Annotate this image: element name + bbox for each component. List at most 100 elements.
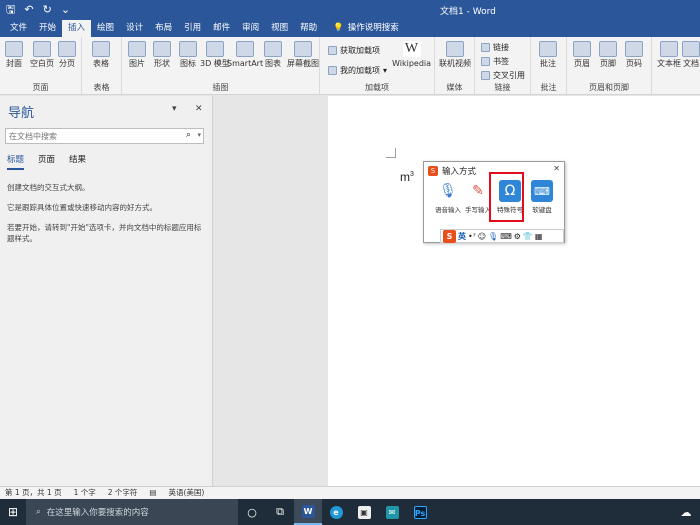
- header-button[interactable]: 页眉: [573, 41, 591, 69]
- keyboard-icon[interactable]: ⌨: [500, 232, 512, 241]
- grid-icon[interactable]: ▦: [535, 232, 543, 241]
- skin-icon[interactable]: 👕: [523, 232, 533, 241]
- nav-search-box: ⌕ ▾: [5, 128, 204, 144]
- page-number-button[interactable]: 页码: [625, 41, 643, 69]
- online-video-button[interactable]: 联机视频: [439, 41, 471, 69]
- window-title: 文档1 - Word: [440, 7, 496, 17]
- get-addins-button[interactable]: 获取加载项: [328, 45, 380, 56]
- edge-icon[interactable]: e: [322, 499, 350, 525]
- table-icon: [92, 41, 110, 57]
- blank-page-icon: [33, 41, 51, 57]
- bookmark-button[interactable]: 书签: [481, 56, 509, 67]
- redo-icon[interactable]: ↻: [43, 3, 52, 17]
- windows-start-icon[interactable]: ⊞: [0, 499, 26, 525]
- punctuation-icon[interactable]: •ˀ: [468, 232, 476, 241]
- undo-icon[interactable]: ↶: [24, 3, 33, 17]
- task-view-icon[interactable]: ⧉: [266, 499, 294, 525]
- emoji-icon[interactable]: ☺: [478, 232, 486, 241]
- group-media: 联机视频 媒体: [435, 37, 475, 95]
- tab-layout[interactable]: 布局: [149, 20, 178, 37]
- nav-help-text-3: 若要开始，请转到"开始"选项卡，并向文档中的标题应用标题样式。: [7, 223, 202, 243]
- keyboard-icon: ⌨: [531, 180, 553, 202]
- comment-button[interactable]: 批注: [539, 41, 557, 69]
- mail-icon[interactable]: ✉: [378, 499, 406, 525]
- textbox-icon: [660, 41, 678, 57]
- taskbar: ⊞ ⌕ 在这里输入你要搜索的内容 ○ ⧉ W e ▣ ✉ Ps ☁: [0, 499, 700, 525]
- nav-options-icon[interactable]: ▾: [172, 104, 177, 114]
- document-parts-button[interactable]: 文档: [682, 41, 700, 69]
- chart-button[interactable]: 图表: [264, 41, 282, 69]
- footer-button[interactable]: 页脚: [599, 41, 617, 69]
- status-language[interactable]: 英语(美国): [169, 487, 205, 499]
- blank-page-button[interactable]: 空白页: [30, 41, 54, 69]
- tools-icon[interactable]: ⚙: [514, 232, 521, 241]
- shapes-button[interactable]: 形状: [153, 41, 171, 69]
- tab-view[interactable]: 视图: [265, 20, 294, 37]
- save-icon[interactable]: 🖫: [6, 3, 15, 17]
- chevron-down-icon[interactable]: ▾: [197, 131, 201, 139]
- nav-close-icon[interactable]: ✕: [195, 104, 203, 114]
- proofing-icon[interactable]: ▤: [149, 487, 156, 499]
- 3d-models-button[interactable]: 3D 模型: [200, 41, 230, 69]
- link-button[interactable]: 链接: [481, 42, 509, 53]
- pictures-button[interactable]: 图片: [128, 41, 146, 69]
- tab-insert[interactable]: 插入: [62, 20, 92, 37]
- taskbar-search[interactable]: ⌕ 在这里输入你要搜索的内容: [26, 499, 238, 525]
- group-pages: 封面 空白页 分页 页面: [0, 37, 82, 95]
- tab-review[interactable]: 审阅: [236, 20, 265, 37]
- group-comments: 批注 批注: [531, 37, 567, 95]
- search-icon[interactable]: ⌕: [186, 130, 191, 140]
- store-icon: [328, 46, 337, 55]
- tab-file[interactable]: 文件: [4, 20, 33, 37]
- nav-tab-pages[interactable]: 页面: [38, 153, 55, 170]
- ime-soft-keyboard-button[interactable]: ⌨ 软键盘: [527, 180, 557, 214]
- tab-help[interactable]: 帮助: [294, 20, 323, 37]
- ime-status-bar: S 英 •ˀ ☺ 🎙 ⌨ ⚙ 👕 ▦: [440, 229, 564, 243]
- document-text[interactable]: m3: [400, 170, 414, 184]
- store-icon[interactable]: ▣: [350, 499, 378, 525]
- microphone-icon[interactable]: 🎙: [488, 232, 498, 241]
- nav-tabs: 标题 页面 结果: [7, 153, 86, 170]
- smartart-button[interactable]: SmartArt: [227, 41, 263, 69]
- navigation-pane: 导航 ▾ ✕ ⌕ ▾ 标题 页面 结果 创建文档的交互式大纲。 它是跟踪具体位置…: [0, 96, 213, 486]
- customize-icon[interactable]: ⌄: [61, 3, 70, 17]
- tab-design[interactable]: 设计: [120, 20, 149, 37]
- sogou-logo-icon[interactable]: S: [443, 229, 456, 243]
- my-addins-button[interactable]: 我的加载项 ▾: [328, 65, 387, 76]
- nav-tab-results[interactable]: 结果: [69, 153, 86, 170]
- ime-voice-input-button[interactable]: 🎙 语音输入: [433, 180, 463, 214]
- tell-me-search[interactable]: 💡 操作说明搜索: [333, 20, 399, 37]
- pen-icon: ✎: [472, 183, 484, 199]
- smartart-icon: [236, 41, 255, 57]
- ribbon-tabs: 文件 开始 插入 绘图 设计 布局 引用 邮件 审阅 视图 帮助 💡 操作说明搜…: [0, 20, 700, 37]
- table-button[interactable]: 表格: [92, 41, 110, 69]
- word-taskbar-icon[interactable]: W: [294, 499, 322, 525]
- search-icon: ⌕: [36, 507, 41, 517]
- tab-home[interactable]: 开始: [33, 20, 62, 37]
- screenshot-button[interactable]: 屏幕截图: [287, 41, 319, 69]
- nav-search-input[interactable]: [6, 129, 176, 143]
- status-word-count[interactable]: 1 个字: [74, 487, 96, 499]
- tab-mailings[interactable]: 邮件: [207, 20, 236, 37]
- cover-page-button[interactable]: 封面: [5, 41, 23, 69]
- link-icon: [481, 43, 490, 52]
- picture-icon: [128, 41, 146, 57]
- nav-title: 导航: [8, 106, 35, 121]
- wikipedia-button[interactable]: W Wikipedia: [392, 41, 431, 69]
- nav-tab-headings[interactable]: 标题: [7, 153, 25, 170]
- page-break-button[interactable]: 分页: [58, 41, 76, 69]
- onedrive-icon[interactable]: ☁: [672, 499, 700, 525]
- icons-button[interactable]: 图标: [179, 41, 197, 69]
- close-icon[interactable]: ✕: [553, 164, 560, 173]
- document-page[interactable]: m3: [328, 96, 700, 486]
- cross-reference-button[interactable]: 交叉引用: [481, 70, 525, 81]
- tab-references[interactable]: 引用: [178, 20, 207, 37]
- cortana-icon[interactable]: ○: [238, 499, 266, 525]
- superscript-text: 3: [410, 171, 414, 178]
- status-char-count[interactable]: 2 个字符: [108, 487, 138, 499]
- tab-draw[interactable]: 绘图: [91, 20, 120, 37]
- textbox-button[interactable]: 文本框: [657, 41, 681, 69]
- ime-language-toggle[interactable]: 英: [458, 231, 466, 242]
- photoshop-icon[interactable]: Ps: [406, 499, 434, 525]
- status-page-count[interactable]: 第 1 页，共 1 页: [5, 487, 62, 499]
